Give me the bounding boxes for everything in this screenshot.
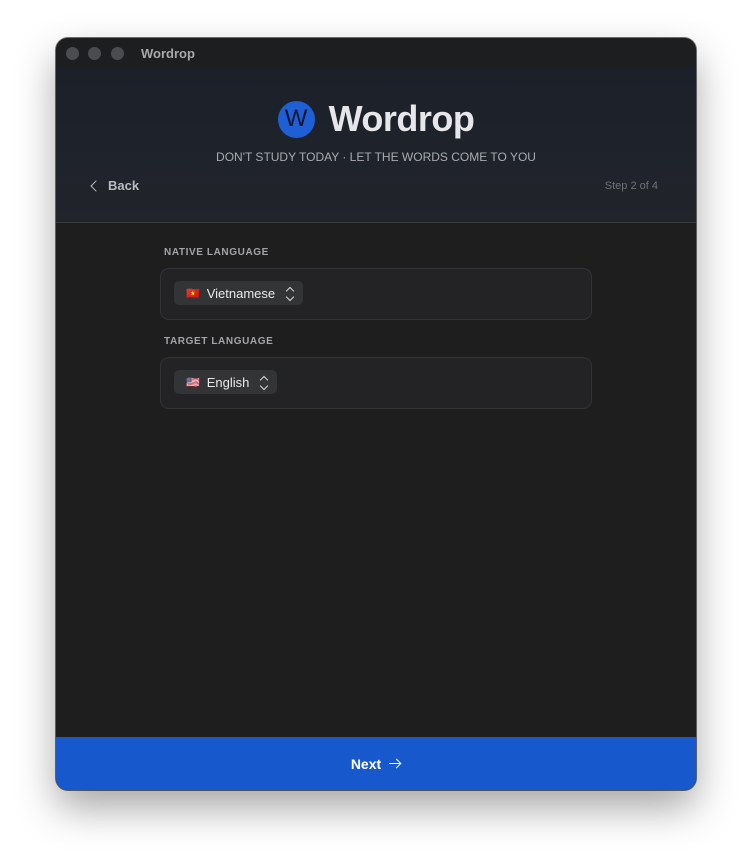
vietnam-flag-icon: 🇻🇳: [186, 287, 200, 300]
brand: W Wordrop: [56, 98, 696, 140]
us-flag-icon: 🇺🇸: [186, 376, 200, 389]
minimize-window-button[interactable]: [88, 47, 101, 60]
back-button[interactable]: Back: [90, 178, 140, 193]
arrow-right-icon: [389, 758, 402, 770]
back-label: Back: [108, 178, 140, 193]
onboarding-header: W Wordrop DON'T STUDY TODAY · LET THE WO…: [56, 68, 696, 223]
app-logo-icon: W: [277, 100, 315, 138]
next-label: Next: [350, 755, 382, 772]
target-language-value: English: [206, 374, 250, 390]
native-language-value: Vietnamese: [206, 285, 276, 301]
chevron-left-icon: [90, 179, 102, 192]
window-title: Wordrop: [141, 46, 195, 61]
close-window-button[interactable]: [66, 47, 79, 60]
native-language-label: NATIVE LANGUAGE: [164, 247, 269, 258]
app-name: Wordrop: [328, 98, 475, 139]
app-window: Wordrop W Wordrop DON'T STUDY TODAY · LE…: [56, 38, 696, 790]
target-language-card: 🇺🇸 English: [160, 357, 592, 409]
target-language-label: TARGET LANGUAGE: [164, 336, 274, 347]
title-bar[interactable]: Wordrop: [56, 38, 696, 68]
zoom-window-button[interactable]: [111, 47, 124, 60]
native-language-card: 🇻🇳 Vietnamese: [160, 268, 592, 320]
next-button[interactable]: Next: [56, 737, 696, 790]
step-indicator: Step 2 of 4: [604, 180, 658, 192]
tagline: DON'T STUDY TODAY · LET THE WORDS COME T…: [216, 150, 536, 164]
chevron-up-down-icon: [285, 286, 295, 302]
native-language-select[interactable]: 🇻🇳 Vietnamese: [174, 281, 304, 305]
logo-letter: W: [284, 105, 308, 132]
target-language-select[interactable]: 🇺🇸 English: [174, 370, 278, 394]
chevron-up-down-icon: [259, 375, 269, 391]
